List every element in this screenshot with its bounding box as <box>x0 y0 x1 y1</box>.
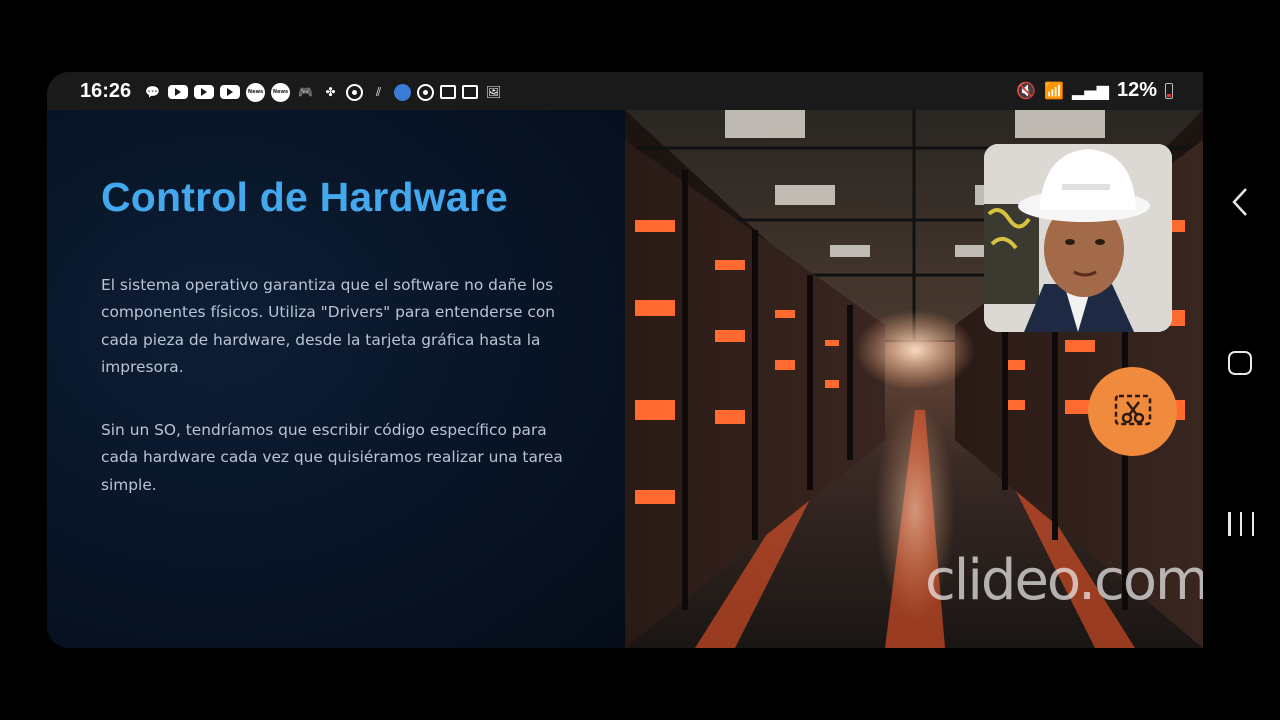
screen-record-scissors-icon <box>1114 394 1151 425</box>
screen-record-button[interactable] <box>1088 367 1177 456</box>
chat-bubble-icon: 💬 <box>145 85 160 99</box>
pokeball-icon <box>417 83 434 101</box>
status-time: 16:26 <box>80 80 132 102</box>
slide-text-panel: Control de Hardware El sistema operativo… <box>47 110 625 648</box>
slide-title: Control de Hardware <box>101 174 509 220</box>
status-bar: 16:26 💬 News News 🎮 ✤ ⫽ 🖼 🔇 📶 ▂▄▆ 12% <box>47 72 1203 110</box>
notification-icons: 💬 News News 🎮 ✤ ⫽ 🖼 <box>143 82 503 102</box>
blue-app-icon <box>394 83 411 101</box>
pinwheel-icon: ✤ <box>325 85 336 99</box>
webcam-person-illustration <box>984 144 1172 332</box>
news-icon: News <box>246 82 265 102</box>
screenshot-icon <box>462 85 478 99</box>
pokeball-icon <box>346 83 363 101</box>
webcam-overlay <box>984 144 1172 332</box>
youtube-icon <box>194 85 214 99</box>
phone-screen: 16:26 💬 News News 🎮 ✤ ⫽ 🖼 🔇 📶 ▂▄▆ 12% Co… <box>47 72 1203 648</box>
slide-paragraph-1: El sistema operativo garantiza que el so… <box>101 276 555 376</box>
watermark-text: clideo.com <box>925 548 1203 613</box>
mute-icon: 🔇 <box>1016 81 1037 100</box>
battery-percent: 12% <box>1116 79 1157 101</box>
slide-paragraph-2: Sin un SO, tendríamos que escribir códig… <box>101 421 563 494</box>
wifi-icon: 📶 <box>1044 81 1065 100</box>
screenshot-icon <box>440 85 456 99</box>
recents-icon[interactable] <box>1228 512 1254 536</box>
stripes-icon: ⫽ <box>375 84 382 99</box>
status-right: 🔇 📶 ▂▄▆ 12% <box>1016 79 1173 102</box>
youtube-icon <box>220 85 240 99</box>
gallery-icon: 🖼 <box>485 85 502 99</box>
discord-icon: 🎮 <box>298 85 313 99</box>
battery-icon <box>1165 82 1173 99</box>
signal-icon: ▂▄▆ <box>1072 81 1109 100</box>
news-icon: News <box>271 82 290 102</box>
youtube-icon <box>168 85 188 99</box>
home-icon[interactable] <box>1228 351 1252 375</box>
back-icon[interactable] <box>1228 186 1252 218</box>
back-chevron-icon <box>1232 188 1247 216</box>
